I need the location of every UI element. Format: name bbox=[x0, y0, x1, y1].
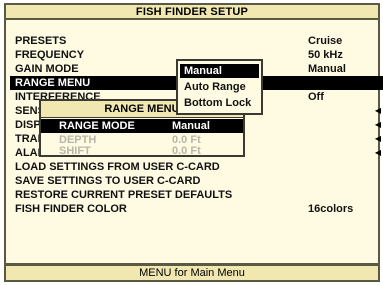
menu-item-fish-finder-color[interactable]: FISH FINDER COLOR bbox=[15, 202, 127, 216]
range-mode-value: Manual bbox=[172, 120, 210, 132]
dropdown-option-manual[interactable]: Manual bbox=[180, 64, 259, 78]
depth-value: 0.0 Ft bbox=[172, 134, 201, 146]
range-popup-title-text: RANGE MENU bbox=[104, 103, 180, 115]
shift-row[interactable]: SHIFT 0.0 Ft bbox=[41, 146, 243, 156]
fish-finder-color-value: 16colors bbox=[308, 203, 354, 215]
submenu-arrow-icon: ◀ bbox=[374, 120, 381, 129]
menu-item-restore-defaults[interactable]: RESTORE CURRENT PRESET DEFAULTS bbox=[15, 188, 232, 202]
range-mode-dropdown: Manual Auto Range Bottom Lock bbox=[176, 59, 263, 115]
submenu-arrow-icon: ◀ bbox=[374, 106, 381, 115]
frequency-value: 50 kHz bbox=[308, 49, 343, 61]
footer-text: MENU for Main Menu bbox=[139, 267, 245, 279]
depth-label: DEPTH bbox=[59, 134, 97, 146]
fish-finder-setup-screen: FISH FINDER SETUP PRESETS Cruise FREQUEN… bbox=[0, 0, 383, 285]
gain-mode-value: Manual bbox=[308, 63, 346, 75]
range-menu-label: RANGE MENU bbox=[15, 77, 91, 89]
shift-label: SHIFT bbox=[59, 146, 91, 156]
footer-hint: MENU for Main Menu bbox=[4, 265, 380, 282]
submenu-arrow-icon: ◀ bbox=[374, 134, 381, 143]
interference-value: Off bbox=[308, 91, 324, 103]
depth-row[interactable]: DEPTH 0.0 Ft bbox=[41, 133, 243, 147]
shift-value: 0.0 Ft bbox=[172, 146, 201, 156]
submenu-arrow-icon: ◀ bbox=[374, 148, 381, 157]
dropdown-option-auto-range[interactable]: Auto Range bbox=[180, 80, 259, 94]
range-mode-row[interactable]: RANGE MODE Manual bbox=[41, 119, 243, 133]
menu-item-gain-mode[interactable]: GAIN MODE bbox=[15, 62, 79, 76]
menu-item-frequency[interactable]: FREQUENCY bbox=[15, 48, 84, 62]
page-title: FISH FINDER SETUP bbox=[135, 5, 249, 18]
menu-item-load-settings[interactable]: LOAD SETTINGS FROM USER C-CARD bbox=[15, 160, 220, 174]
range-mode-label: RANGE MODE bbox=[59, 120, 135, 132]
title-bar: FISH FINDER SETUP bbox=[4, 3, 380, 20]
menu-item-presets[interactable]: PRESETS bbox=[15, 34, 66, 48]
menu-item-save-settings[interactable]: SAVE SETTINGS TO USER C-CARD bbox=[15, 174, 200, 188]
dropdown-option-bottom-lock[interactable]: Bottom Lock bbox=[180, 96, 259, 110]
presets-value: Cruise bbox=[308, 35, 343, 47]
